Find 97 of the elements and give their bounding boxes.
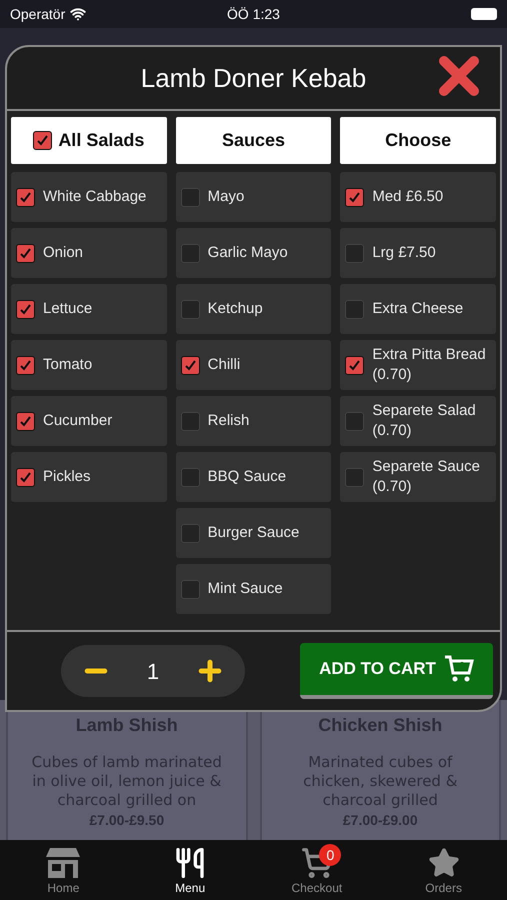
checkbox[interactable] xyxy=(16,412,35,430)
checkbox[interactable] xyxy=(180,300,200,318)
status-time: ÖÖ 1:23 xyxy=(227,4,280,24)
check-icon xyxy=(19,470,32,484)
option-row[interactable]: Extra Cheese xyxy=(340,284,496,334)
option-label: Mint Sauce xyxy=(208,579,283,599)
option-row[interactable]: Med £6.50 xyxy=(340,172,496,222)
option-row[interactable]: Burger Sauce xyxy=(176,508,332,558)
checkbox[interactable] xyxy=(345,356,364,374)
checkbox[interactable] xyxy=(345,468,364,486)
checkbox[interactable] xyxy=(16,468,35,486)
check-icon xyxy=(184,358,197,372)
tab-bar-item[interactable]: Home xyxy=(0,840,127,900)
checkbox[interactable] xyxy=(345,188,364,206)
check-icon xyxy=(19,246,32,260)
tab-label: Home xyxy=(47,880,80,897)
check-icon xyxy=(348,358,362,372)
option-label: Extra Pitta Bread (0.70) xyxy=(372,345,487,385)
column-title: All Salads xyxy=(58,129,144,152)
option-row[interactable]: Separete Salad (0.70) xyxy=(340,396,496,446)
option-label: Tomato xyxy=(43,355,92,375)
option-row[interactable]: Onion xyxy=(11,228,167,278)
fork-knife-icon xyxy=(174,847,206,879)
checkbox[interactable] xyxy=(180,412,200,430)
cart-count-badge: 0 xyxy=(319,844,342,866)
check-icon xyxy=(19,358,32,372)
checkbox[interactable] xyxy=(180,188,200,206)
column-title: Sauces xyxy=(222,129,286,152)
battery-icon xyxy=(471,8,497,20)
tab-bar-item[interactable]: Orders xyxy=(380,840,507,900)
check-icon xyxy=(348,190,362,204)
checkbox[interactable] xyxy=(16,300,35,318)
option-label: Garlic Mayo xyxy=(208,243,288,263)
checkbox[interactable] xyxy=(16,244,35,262)
tab-label: Menu xyxy=(175,880,206,897)
option-row[interactable]: Ketchup xyxy=(176,284,332,334)
column-title: Choose xyxy=(385,129,452,152)
option-row[interactable]: Mint Sauce xyxy=(176,564,332,614)
option-row[interactable]: Relish xyxy=(176,396,332,446)
option-row[interactable]: Mayo xyxy=(176,172,332,222)
star-icon xyxy=(428,847,460,879)
option-label: Separete Salad (0.70) xyxy=(372,401,477,441)
option-label: Cucumber xyxy=(43,411,112,431)
option-label: Mayo xyxy=(208,187,244,207)
wifi-icon xyxy=(70,6,86,22)
option-row[interactable]: Garlic Mayo xyxy=(176,228,332,278)
check-icon xyxy=(19,414,32,428)
option-label: Relish xyxy=(208,411,250,431)
check-icon xyxy=(36,134,50,147)
tab-label: Orders xyxy=(425,880,462,897)
close-icon[interactable] xyxy=(438,55,480,97)
check-icon xyxy=(19,302,32,316)
tab-label: Checkout xyxy=(292,880,342,897)
add-to-cart-button[interactable]: ADD TO CART xyxy=(300,643,493,699)
option-row[interactable]: White Cabbage xyxy=(11,172,167,222)
check-icon xyxy=(19,190,32,204)
option-row[interactable]: Tomato xyxy=(11,340,167,390)
option-row[interactable]: Extra Pitta Bread (0.70) xyxy=(340,340,496,390)
checkbox[interactable] xyxy=(180,580,200,598)
checkbox[interactable] xyxy=(180,244,200,262)
option-label: Pickles xyxy=(43,467,91,487)
option-label: Separete Sauce (0.70) xyxy=(372,457,481,497)
checkbox[interactable] xyxy=(180,468,200,486)
checkbox[interactable] xyxy=(16,188,35,206)
option-row[interactable]: Chilli xyxy=(176,340,332,390)
option-label: White Cabbage xyxy=(43,187,146,207)
option-row[interactable]: Separete Sauce (0.70) xyxy=(340,452,496,502)
cart-icon xyxy=(444,655,474,683)
option-label: Extra Cheese xyxy=(372,299,464,319)
option-label: Chilli xyxy=(208,355,240,375)
checkbox[interactable] xyxy=(180,356,200,374)
tab-bar-item[interactable]: 0 Checkout xyxy=(254,840,380,900)
modal-title: Lamb Doner Kebab xyxy=(140,62,366,94)
checkbox[interactable] xyxy=(345,300,364,318)
option-label: Lettuce xyxy=(43,299,92,319)
option-label: Ketchup xyxy=(208,299,263,319)
option-row[interactable]: Cucumber xyxy=(11,396,167,446)
option-label: Lrg £7.50 xyxy=(372,243,436,263)
carrier-name: Operatör xyxy=(10,4,66,24)
option-row[interactable]: Lettuce xyxy=(11,284,167,334)
checkbox[interactable] xyxy=(180,524,200,542)
option-label: BBQ Sauce xyxy=(208,467,286,487)
checkbox[interactable] xyxy=(33,131,52,150)
option-label: Burger Sauce xyxy=(208,523,300,543)
store-icon xyxy=(45,847,82,879)
option-row[interactable]: Lrg £7.50 xyxy=(340,228,496,278)
option-label: Med £6.50 xyxy=(372,187,444,207)
option-row[interactable]: Pickles xyxy=(11,452,167,502)
checkbox[interactable] xyxy=(345,244,364,262)
checkbox[interactable] xyxy=(345,412,364,430)
quantity-value: 1 xyxy=(146,658,160,686)
column-header[interactable]: All Salads xyxy=(11,117,167,164)
option-row[interactable]: BBQ Sauce xyxy=(176,452,332,502)
cart-icon xyxy=(300,847,333,879)
checkbox[interactable] xyxy=(16,356,35,374)
option-label: Onion xyxy=(43,243,84,263)
tab-bar-item[interactable]: Menu xyxy=(126,840,254,900)
